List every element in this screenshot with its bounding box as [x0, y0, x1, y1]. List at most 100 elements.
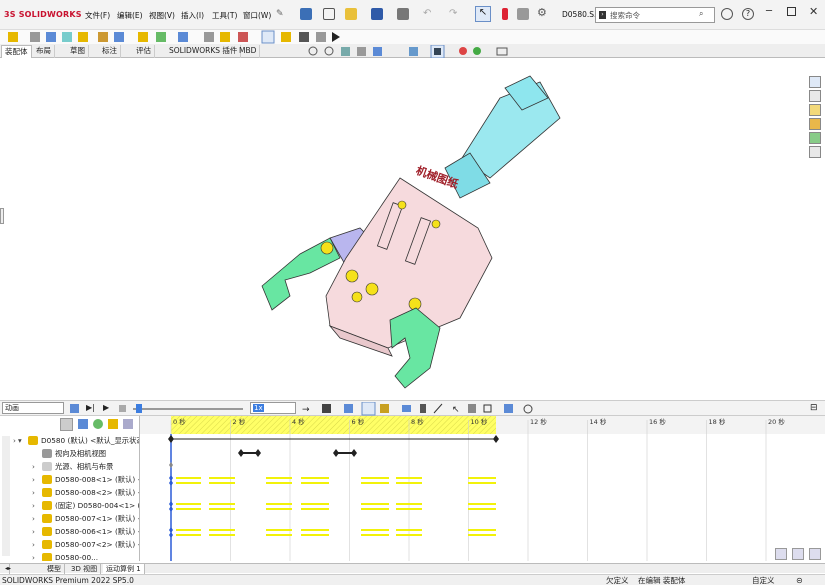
motion-tools[interactable]: → ↖	[300, 402, 540, 416]
tab-solidworks-addins[interactable]: SOLIDWORKS 插件	[166, 45, 242, 58]
menu-view[interactable]: 视图(V)	[149, 10, 175, 21]
keyframe-bar[interactable]	[266, 529, 292, 531]
tree-item-lights[interactable]: › 光源、相机与布景	[0, 460, 139, 473]
filter-results-icon[interactable]	[123, 419, 133, 429]
tree-item-assembly[interactable]: › ▾ D0580 (默认) <默认_显示状态	[0, 434, 139, 447]
new-document-icon[interactable]	[323, 8, 335, 22]
keyframe-bar[interactable]	[209, 534, 235, 536]
view-segment-2[interactable]	[333, 449, 357, 457]
zoom-fit-icon[interactable]	[809, 548, 821, 560]
tab-evaluate[interactable]: 评估	[133, 45, 155, 58]
stop-icon[interactable]	[119, 405, 126, 412]
keyframe-bar[interactable]	[361, 482, 389, 484]
keyframe-bar[interactable]	[176, 529, 201, 531]
keyframe-bar[interactable]	[266, 508, 292, 510]
tab-markup[interactable]: 标注	[99, 45, 121, 58]
filter-animated-icon[interactable]	[78, 419, 88, 429]
keyframe-bar[interactable]	[176, 477, 201, 479]
undo-icon[interactable]: ↶	[423, 8, 431, 19]
view-segment-1[interactable]	[238, 449, 261, 457]
home-icon[interactable]	[300, 8, 312, 22]
keyframe-bar[interactable]	[468, 529, 496, 531]
menu-file[interactable]: 文件(F)	[85, 10, 110, 21]
tree-item-d0580-more[interactable]: › D0580-00...	[0, 551, 139, 561]
tab-3d-views[interactable]: 3D 视图	[68, 564, 102, 574]
timeline-area[interactable]: 0 秒 2 秒 4 秒 6 秒 8 秒 10 秒 12 秒 14 秒 16 秒 18 秒 20 秒	[140, 416, 825, 561]
tab-model[interactable]: 模型	[44, 564, 65, 574]
tree-item-d0580-006-1[interactable]: › D0580-006<1> (默认) <-	[0, 525, 139, 538]
tree-item-d0580-008-1[interactable]: › D0580-008<1> (默认) <-	[0, 473, 139, 486]
keyframe-bar[interactable]	[209, 477, 235, 479]
tree-item-orientation[interactable]: 视向及相机视图	[0, 447, 139, 460]
keyframe-bar[interactable]	[396, 529, 422, 531]
pin-icon[interactable]: ✎	[276, 9, 284, 19]
resources-icon[interactable]	[809, 90, 821, 102]
command-icons[interactable]	[0, 30, 360, 44]
menu-edit[interactable]: 编辑(E)	[117, 10, 143, 21]
keyframe[interactable]	[493, 435, 499, 443]
filter-selected-icon[interactable]	[108, 419, 118, 429]
keyframe-bar[interactable]	[468, 534, 496, 536]
zoom-out-icon[interactable]	[792, 548, 804, 560]
playback-speed-select[interactable]: 1x	[250, 402, 296, 414]
keyframe-bar[interactable]	[266, 482, 292, 484]
keyframe-bar[interactable]	[176, 503, 201, 505]
zoom-in-icon[interactable]	[775, 548, 787, 560]
menu-insert[interactable]: 插入(I)	[181, 10, 204, 21]
keyframe-bar[interactable]	[468, 503, 496, 505]
keyframe-bar[interactable]	[266, 534, 292, 536]
keyframe-bar[interactable]	[361, 529, 389, 531]
keyframe[interactable]	[169, 532, 173, 538]
tab-assembly[interactable]: 装配体	[1, 45, 32, 58]
filter-driving-icon[interactable]	[93, 419, 103, 429]
tab-scroll-icon[interactable]: ◂▸	[2, 564, 11, 574]
keyframe[interactable]	[169, 506, 173, 512]
home-pane-icon[interactable]	[809, 76, 821, 88]
appearances-icon[interactable]	[809, 132, 821, 144]
calculate-icon[interactable]	[70, 404, 79, 413]
keyframe-bar[interactable]	[361, 477, 389, 479]
keyframe-bar[interactable]	[396, 477, 422, 479]
keyframe-bar[interactable]	[361, 508, 389, 510]
timeline-svg[interactable]: 0 秒 2 秒 4 秒 6 秒 8 秒 10 秒 12 秒 14 秒 16 秒 18 秒 20 秒	[140, 416, 825, 561]
keyframe-bar[interactable]	[361, 534, 389, 536]
keyframe-bar[interactable]	[209, 508, 235, 510]
tab-motion-study-1[interactable]: 运动算例 1	[103, 564, 145, 574]
keyframe-bar[interactable]	[176, 508, 201, 510]
keyframe-bar[interactable]	[396, 482, 422, 484]
close-icon[interactable]: ✕	[809, 5, 818, 18]
filter-icon[interactable]	[60, 418, 73, 431]
menu-tools[interactable]: 工具(T)	[212, 10, 237, 21]
keyframe-bar[interactable]	[396, 534, 422, 536]
tab-sketch[interactable]: 草图	[67, 45, 89, 58]
keyframe-bar[interactable]	[209, 503, 235, 505]
keyframe-bar[interactable]	[301, 529, 329, 531]
search-box[interactable]: › 搜索命令	[595, 7, 715, 23]
gear-icon[interactable]: ⚙	[537, 6, 547, 19]
keyframe-bar[interactable]	[468, 508, 496, 510]
help-icon[interactable]: ?	[742, 8, 754, 20]
keyframe-bar[interactable]	[396, 503, 422, 505]
account-icon[interactable]	[721, 8, 733, 20]
print-icon[interactable]	[397, 8, 409, 22]
file-explorer-icon[interactable]	[809, 118, 821, 130]
menu-window[interactable]: 窗口(W)	[243, 10, 271, 21]
maximize-icon[interactable]	[787, 7, 796, 16]
collapse-panel-icon[interactable]: ⊟	[810, 403, 818, 413]
tree-item-d0580-008-2[interactable]: › D0580-008<2> (默认) <-	[0, 486, 139, 499]
keyframe[interactable]	[168, 435, 174, 443]
play-from-start-icon[interactable]: ▶|	[86, 403, 95, 412]
tab-mbd[interactable]: MBD	[236, 45, 261, 58]
custom-properties-icon[interactable]	[809, 146, 821, 158]
traffic-light-icon[interactable]	[502, 8, 508, 22]
search-icon[interactable]: ⌕	[699, 9, 703, 19]
keyframe[interactable]	[169, 480, 173, 486]
tree-item-d0580-007-1[interactable]: › D0580-007<1> (默认) <-	[0, 512, 139, 525]
minimize-icon[interactable]: ─	[766, 6, 772, 17]
rebuild-icon[interactable]	[517, 8, 529, 22]
keyframe-bar[interactable]	[301, 503, 329, 505]
graphics-area[interactable]: 机械图纸	[0, 58, 825, 398]
tree-item-d0580-004-1[interactable]: › (固定) D0580-004<1> (默	[0, 499, 139, 512]
tree-item-d0580-007-2[interactable]: › D0580-007<2> (默认) <-	[0, 538, 139, 551]
keyframe-bar[interactable]	[361, 503, 389, 505]
